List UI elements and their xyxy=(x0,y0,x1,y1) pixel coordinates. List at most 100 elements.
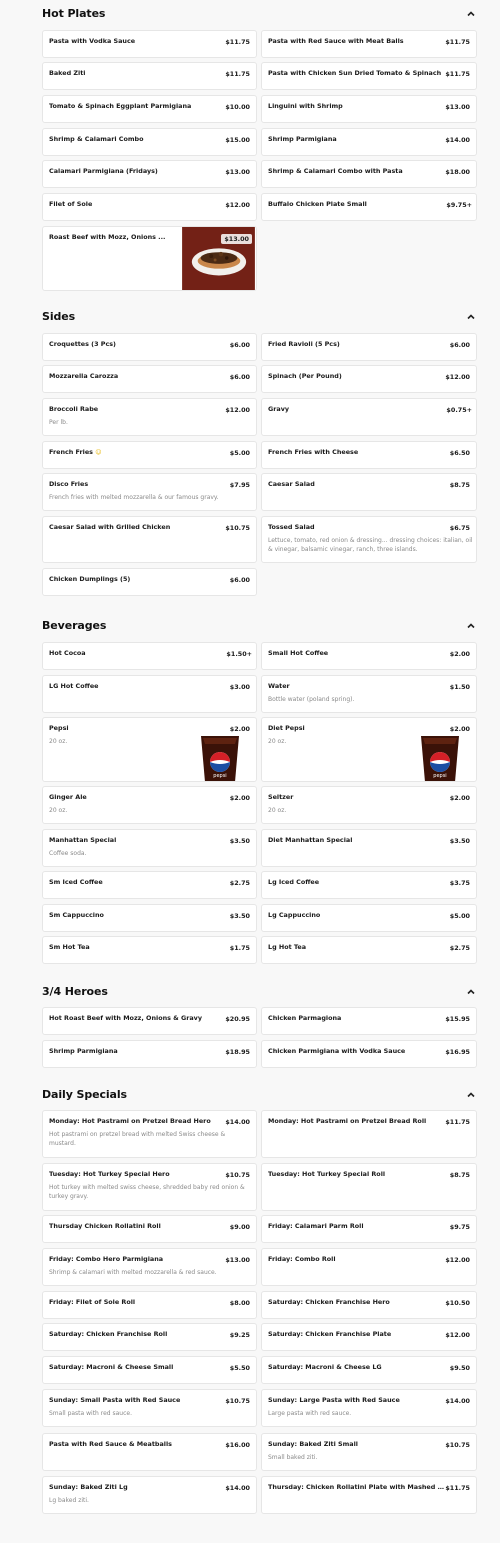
menu-item-card[interactable]: Seltzer $2.00 20 oz. xyxy=(261,786,477,824)
menu-item-card[interactable]: Linguini with Shrimp $13.00 xyxy=(261,95,477,123)
menu-item-card[interactable]: Filet of Sole $12.00 xyxy=(42,193,257,221)
menu-item-card[interactable]: Small Hot Coffee $2.00 xyxy=(261,642,477,670)
menu-item-card[interactable]: Saturday: Macroni & Cheese Small $5.50 xyxy=(42,1356,257,1384)
item-name: Saturday: Chicken Franchise Plate xyxy=(268,1330,392,1338)
section-header[interactable]: Beverages xyxy=(42,619,478,639)
menu-item-card[interactable]: Manhattan Special $3.50 Coffee soda. xyxy=(42,829,257,867)
item-price: $15.00 xyxy=(225,136,250,144)
menu-item-card[interactable]: Sm Iced Coffee $2.75 xyxy=(42,871,257,899)
item-name-text: French Fries xyxy=(49,448,93,456)
menu-item-card[interactable]: Chicken Dumplings (5) $6.00 xyxy=(42,568,257,596)
menu-item-card[interactable]: Sm Cappuccino $3.50 xyxy=(42,904,257,932)
menu-item-card[interactable]: Croquettes (3 Pcs) $6.00 xyxy=(42,333,257,361)
menu-item-card[interactable]: Pepsi $2.00 20 oz. pepsi xyxy=(42,717,257,782)
menu-item-card[interactable]: Pasta with Chicken Sun Dried Tomato & Sp… xyxy=(261,62,477,90)
menu-item-card[interactable]: Thursday: Chicken Rollatini Plate with M… xyxy=(261,1476,477,1514)
item-price: $10.75 xyxy=(225,1171,250,1179)
menu-item-card[interactable]: Spinach (Per Pound) $12.00 xyxy=(261,365,477,393)
menu-item-card[interactable]: Chicken Parmigiana with Vodka Sauce $16.… xyxy=(261,1040,477,1068)
item-price: $6.50 xyxy=(449,449,470,457)
menu-item-card[interactable]: Sm Hot Tea $1.75 xyxy=(42,936,257,964)
menu-item-card[interactable]: Caesar Salad $8.75 xyxy=(261,473,477,511)
item-name: Monday: Hot Pastrami on Pretzel Bread He… xyxy=(49,1117,211,1125)
menu-item-card[interactable]: Thursday Chicken Rollatini Roll $9.00 xyxy=(42,1215,257,1243)
menu-item-card[interactable]: Friday: Combo Hero Parmigiana $13.00 Shr… xyxy=(42,1248,257,1286)
item-name: Saturday: Chicken Franchise Hero xyxy=(268,1298,390,1306)
chevron-up-icon[interactable] xyxy=(466,9,476,19)
menu-item-card[interactable]: Diet Manhattan Special $3.50 xyxy=(261,829,477,867)
menu-item-card[interactable]: Tossed Salad $6.75 Lettuce, tomato, red … xyxy=(261,516,477,563)
section-header[interactable]: Hot Plates xyxy=(42,7,478,27)
section-header[interactable]: 3/4 Heroes xyxy=(42,985,478,1005)
menu-item-card[interactable]: Broccoli Rabe $12.00 Per lb. xyxy=(42,398,257,436)
section-header[interactable]: Daily Specials xyxy=(42,1088,478,1108)
menu-item-card[interactable]: Water $1.50 Bottle water (poland spring)… xyxy=(261,675,477,713)
menu-item-card[interactable]: Buffalo Chicken Plate Small $9.75+ xyxy=(261,193,477,221)
menu-item-card[interactable]: Pasta with Vodka Sauce $11.75 xyxy=(42,30,257,58)
menu-item-card[interactable]: Gravy $0.75+ xyxy=(261,398,477,436)
menu-item-card[interactable]: Caesar Salad with Grilled Chicken $10.75 xyxy=(42,516,257,563)
item-price: $5.00 xyxy=(229,449,250,457)
chevron-up-icon[interactable] xyxy=(466,1090,476,1100)
menu-item-card[interactable]: Saturday: Chicken Franchise Roll $9.25 xyxy=(42,1323,257,1351)
menu-item-card[interactable]: Tomato & Spinach Eggplant Parmigiana $10… xyxy=(42,95,257,123)
item-name: Saturday: Macroni & Cheese LG xyxy=(268,1363,382,1371)
menu-item-card[interactable]: Shrimp Parmigiana $14.00 xyxy=(261,128,477,156)
menu-item-card[interactable]: Shrimp & Calamari Combo $15.00 xyxy=(42,128,257,156)
item-name: Roast Beef with Mozz, Onions ... xyxy=(49,233,166,241)
menu-item-card[interactable]: Lg Iced Coffee $3.75 xyxy=(261,871,477,899)
section-title: 3/4 Heroes xyxy=(42,985,108,998)
chevron-up-icon[interactable] xyxy=(466,987,476,997)
menu-item-card[interactable]: Sunday: Small Pasta with Red Sauce $10.7… xyxy=(42,1389,257,1427)
item-description: 20 oz. xyxy=(268,738,287,745)
menu-item-card[interactable]: Tuesday: Hot Turkey Special Roll $8.75 xyxy=(261,1163,477,1211)
menu-item-card[interactable]: Sunday: Large Pasta with Red Sauce $14.0… xyxy=(261,1389,477,1427)
menu-item-card[interactable]: French Fries with Cheese $6.50 xyxy=(261,441,477,469)
item-name: Friday: Combo Roll xyxy=(268,1255,336,1263)
menu-item-card[interactable]: Sunday: Baked Ziti Small $10.75 Small ba… xyxy=(261,1433,477,1471)
item-name: Shrimp Parmigiana xyxy=(49,1047,118,1055)
menu-item-card[interactable]: Mozzarella Carozza $6.00 xyxy=(42,365,257,393)
item-price: $10.75 xyxy=(225,524,250,532)
menu-item-card[interactable]: Hot Cocoa $1.50+ xyxy=(42,642,257,670)
menu-item-card[interactable]: Disco Fries $7.95 French fries with melt… xyxy=(42,473,257,511)
menu-item-card[interactable]: Friday: Calamari Parm Roll $9.75 xyxy=(261,1215,477,1243)
menu-item-card[interactable]: Saturday: Chicken Franchise Plate $12.00 xyxy=(261,1323,477,1351)
menu-item-card[interactable]: Friday: Combo Roll $12.00 xyxy=(261,1248,477,1286)
item-price: $10.75 xyxy=(445,1441,470,1449)
menu-item-card[interactable]: Shrimp & Calamari Combo with Pasta $18.0… xyxy=(261,160,477,188)
menu-item-card[interactable]: Monday: Hot Pastrami on Pretzel Bread Ro… xyxy=(261,1110,477,1158)
chevron-up-icon[interactable] xyxy=(466,312,476,322)
menu-item-card[interactable]: Fried Ravioli (5 Pcs) $6.00 xyxy=(261,333,477,361)
menu-item-card[interactable]: Friday: Filet of Sole Roll $8.00 xyxy=(42,1291,257,1319)
menu-item-card[interactable]: Calamari Parmigiana (Fridays) $13.00 xyxy=(42,160,257,188)
menu-item-card[interactable]: Hot Roast Beef with Mozz, Onions & Gravy… xyxy=(42,1007,257,1035)
menu-item-card[interactable]: Baked Ziti $11.75 xyxy=(42,62,257,90)
menu-item-card[interactable]: Saturday: Macroni & Cheese LG $9.50 xyxy=(261,1356,477,1384)
menu-item-card[interactable]: Shrimp Parmigiana $18.95 xyxy=(42,1040,257,1068)
menu-item-card[interactable]: French Fries ☺ $5.00 xyxy=(42,441,257,469)
section-header[interactable]: Sides xyxy=(42,310,478,330)
item-description: Small pasta with red sauce. xyxy=(49,1410,133,1417)
item-price: $6.00 xyxy=(229,341,250,349)
menu-item-card[interactable]: Saturday: Chicken Franchise Hero $10.50 xyxy=(261,1291,477,1319)
item-name: Spinach (Per Pound) xyxy=(268,372,342,380)
menu-item-card[interactable]: Pasta with Red Sauce with Meat Balls $11… xyxy=(261,30,477,58)
chevron-up-icon[interactable] xyxy=(466,621,476,631)
menu-item-card[interactable]: Tuesday: Hot Turkey Special Hero $10.75 … xyxy=(42,1163,257,1211)
menu-item-card[interactable]: Diet Pepsi $2.00 20 oz. pepsi xyxy=(261,717,477,782)
menu-item-card[interactable]: Roast Beef with Mozz, Onions ... $13.00 xyxy=(42,226,257,291)
menu-item-card[interactable]: Chicken Parmagiona $15.95 xyxy=(261,1007,477,1035)
menu-item-card[interactable]: Ginger Ale $2.00 20 oz. xyxy=(42,786,257,824)
item-price: $14.00 xyxy=(225,1484,250,1492)
item-price: $18.00 xyxy=(445,168,470,176)
item-description: French fries with melted mozzarella & ou… xyxy=(49,494,219,501)
menu-item-card[interactable]: Pasta with Red Sauce & Meatballs $16.00 xyxy=(42,1433,257,1471)
item-price: $3.75 xyxy=(449,879,470,887)
menu-item-card[interactable]: LG Hot Coffee $3.00 xyxy=(42,675,257,713)
menu-item-card[interactable]: Lg Cappuccino $5.00 xyxy=(261,904,477,932)
menu-item-card[interactable]: Monday: Hot Pastrami on Pretzel Bread He… xyxy=(42,1110,257,1158)
item-name: Pasta with Vodka Sauce xyxy=(49,37,136,45)
menu-item-card[interactable]: Sunday: Baked Ziti Lg $14.00 Lg baked zi… xyxy=(42,1476,257,1514)
menu-item-card[interactable]: Lg Hot Tea $2.75 xyxy=(261,936,477,964)
